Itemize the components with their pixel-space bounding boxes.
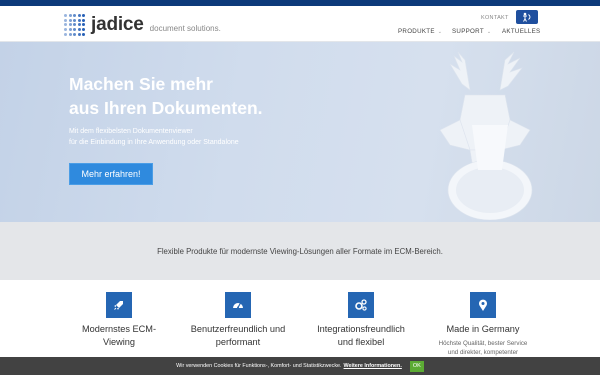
cookie-more-info-link[interactable]: Weitere Informationen. [344,363,402,369]
feature-desc-line: und direkter, kompetenter [447,348,519,356]
feature-item[interactable]: Integrationsfreundlich und flexibel [306,292,416,348]
cookie-banner: Wir verwenden Cookies für Funktions-, Ko… [0,357,600,375]
nav-item-label: SUPPORT [452,28,484,35]
rocket-icon [106,292,132,318]
feature-title-line: performant [215,336,261,347]
logo-tagline: document solutions. [149,23,221,33]
feature-title-line: Benutzerfreundlich und [190,324,286,334]
feature-title-line: Viewing [102,336,135,347]
feature-title: Modernstes ECM- Viewing [64,323,174,348]
logo-dot [77,18,81,22]
logo-dot [64,18,67,22]
chevron-down-icon: ⌄ [486,28,492,35]
site-header: jadice document solutions. KONTAKT PRODU… [0,6,600,42]
feature-item[interactable]: Modernstes ECM- Viewing [64,292,174,348]
hero-title-line: Machen Sie mehr [69,74,213,94]
logo-dot [82,23,85,27]
logo-dot [73,32,76,36]
logo-text: jadice [91,14,144,35]
logo-dot [77,23,81,27]
mehr-erfahren-button[interactable]: Mehr erfahren! [69,163,153,185]
feature-title-line: Made in Germany [446,324,520,334]
accessibility-icon [523,12,531,22]
logo-dot [73,14,76,17]
logo-dot [68,23,72,27]
hero-subtitle: Mit dem flexibelsten Dokumentenviewer fü… [69,126,329,148]
logo-dot [82,18,85,22]
logo-dot [68,32,72,36]
jadice-logo[interactable]: jadice document solutions. [64,12,221,38]
hero-subtitle-line: für die Einbindung in Ihre Anwendung ode… [69,139,239,146]
feature-description: Höchste Qualität, bester Service und dir… [428,339,538,357]
logo-dot [64,28,67,32]
nav-item-support[interactable]: SUPPORT ⌄ [452,28,491,35]
location-pin-icon [470,292,496,318]
logo-dot [82,14,85,17]
hero-section: Machen Sie mehr aus Ihren Dokumenten. Mi… [0,42,600,222]
logo-dots-icon [64,14,86,36]
cookie-ok-button[interactable]: OK [409,360,424,372]
feature-title-line: und flexibel [337,336,385,347]
logo-dot [64,23,67,27]
chevron-down-icon: ⌄ [437,28,443,35]
logo-dot [73,18,76,22]
gears-icon [348,292,374,318]
logo-dot [64,32,67,36]
tagline-text: Flexible Produkte für modernste Viewing-… [157,246,443,256]
logo-dot [77,28,81,32]
nav-item-aktuelles[interactable]: AKTUELLES [502,28,540,35]
hero-subtitle-line: Mit dem flexibelsten Dokumentenviewer [69,128,193,135]
cookie-text: Wir verwenden Cookies für Funktions-, Ko… [176,363,342,369]
logo-dot [68,14,72,17]
logo-dot [73,23,76,27]
paper-deer-head-image [439,51,533,220]
feature-item[interactable]: Made in Germany Höchste Qualität, bester… [428,292,538,357]
logo-dot [77,14,81,17]
feature-title-line: Integrationsfreundlich [317,324,405,334]
logo-dot [82,28,85,32]
feature-title-line: Modernstes ECM- [81,324,157,334]
feature-title: Integrationsfreundlich und flexibel [306,323,416,348]
logo-dot [73,28,76,32]
logo-dot [68,28,72,32]
tagline-band: Flexible Produkte für modernste Viewing-… [0,222,600,280]
accessibility-button[interactable] [516,10,538,24]
logo-dot [82,32,85,36]
speedometer-icon [225,292,251,318]
nav-item-label: AKTUELLES [502,28,541,35]
feature-item[interactable]: Benutzerfreundlich und performant [183,292,293,348]
kontakt-link[interactable]: KONTAKT [481,15,509,21]
logo-dot [77,32,81,36]
nav-item-produkte[interactable]: PRODUKTE ⌄ [398,28,442,35]
logo-dot [64,14,67,17]
feature-title: Made in Germany [428,323,538,336]
logo-dot [68,18,72,22]
feature-title: Benutzerfreundlich und performant [183,323,293,348]
hero-title: Machen Sie mehr aus Ihren Dokumenten. [69,72,263,120]
nav-item-label: PRODUKTE [398,28,435,35]
feature-desc-line: Höchste Qualität, bester Service [438,339,528,347]
hero-title-line: aus Ihren Dokumenten. [69,98,263,118]
